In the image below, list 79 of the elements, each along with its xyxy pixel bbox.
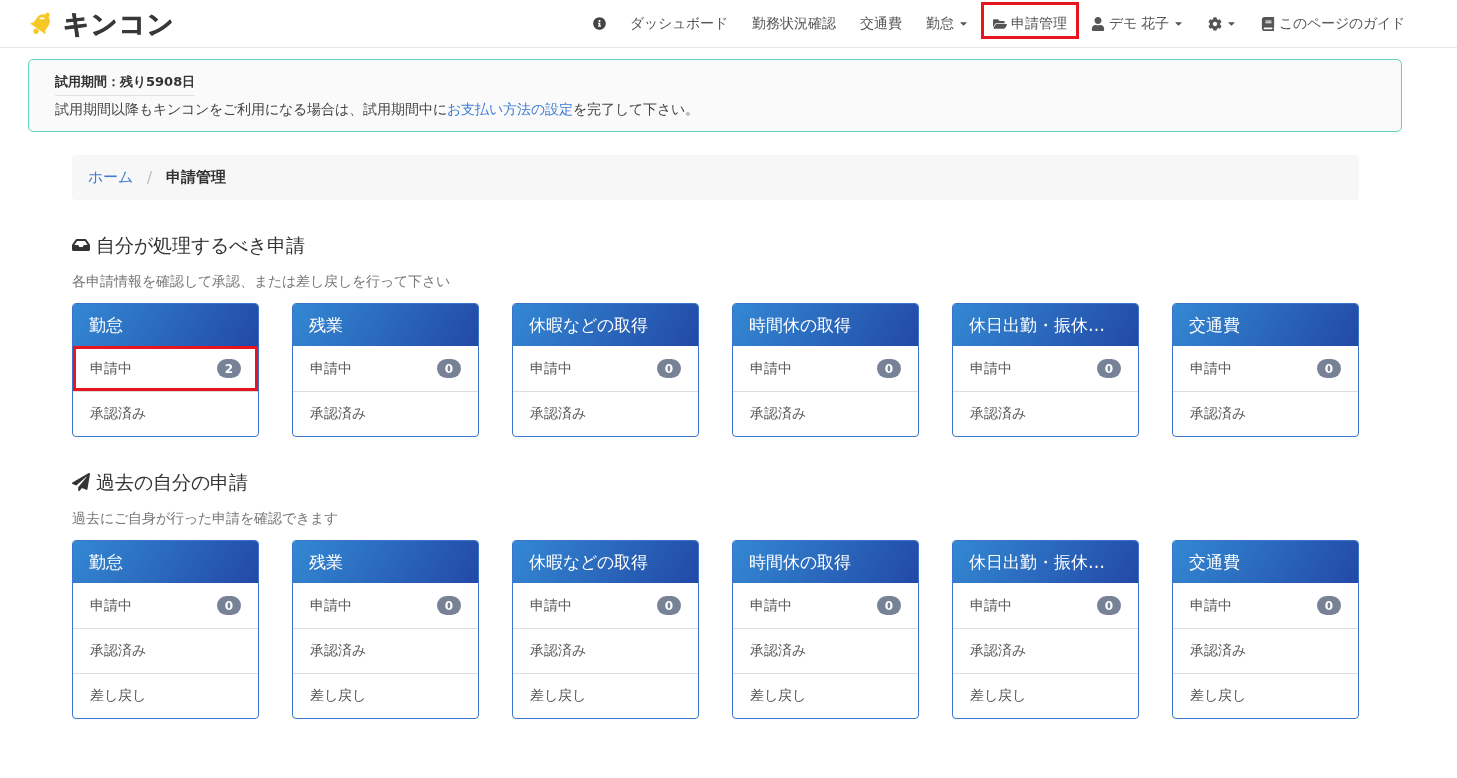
card-title: 休暇などの取得 [513,541,698,583]
alert-message: 試用期間以降もキンコンをご利用になる場合は、試用期間中にお支払い方法の設定を完了して下さい。 [55,100,700,119]
status-link[interactable]: 申請中 0 [73,583,258,628]
section-title: 自分が処理するべき申請 [96,234,305,256]
card-title: 勤怠 [73,304,258,346]
section-subtitle: 各申請情報を確認して承認、または差し戻しを行って下さい [72,272,451,290]
section-subtitle: 過去にご自身が行った申請を確認できます [72,509,339,527]
status-link[interactable]: 承認済み [293,628,478,673]
status-link[interactable]: 差し戻し [513,673,698,718]
payment-settings-link[interactable]: お支払い方法の設定 [447,101,573,117]
card-title: 休日出勤・振休… [953,304,1138,346]
status-link[interactable]: 申請中 0 [733,583,918,628]
status-link[interactable]: 差し戻し [1173,673,1358,718]
status-link[interactable]: 差し戻し [73,673,258,718]
card-title: 休暇などの取得 [513,304,698,346]
status-link[interactable]: 承認済み [953,391,1138,436]
count-badge: 0 [1317,359,1341,378]
count-badge: 0 [217,596,241,615]
count-badge: 0 [1097,596,1121,615]
card-title: 残業 [293,304,478,346]
status-link[interactable]: 申請中 2 [73,346,258,391]
card-title: 時間休の取得 [733,304,918,346]
breadcrumb-current[interactable]: 申請管理 [166,168,227,187]
count-badge: 0 [877,596,901,615]
card-title: 休日出勤・振休… [953,541,1138,583]
status-link[interactable]: 承認済み [733,391,918,436]
count-badge: 0 [1097,359,1121,378]
count-badge: 0 [437,359,461,378]
nav-link[interactable]: デモ 花子 [1078,2,1196,39]
status-link[interactable]: 承認済み [1173,391,1358,436]
card-title: 交通費 [1173,541,1358,583]
nav-link[interactable]: 申請管理 [980,2,1079,39]
logo-text: キンコン [63,10,175,37]
status-link[interactable]: 承認済み [513,391,698,436]
status-link[interactable]: 申請中 0 [733,346,918,391]
alert-title: 試用期間：残り5908日 [55,73,196,96]
folder-icon [992,16,1007,31]
nav-link[interactable]: 勤怠 [913,2,981,39]
user-icon [1090,16,1105,31]
nav-link[interactable]: 交通費 [847,2,914,39]
status-link[interactable]: 申請中 0 [953,583,1138,628]
status-link[interactable]: 差し戻し [953,673,1138,718]
status-link[interactable]: 承認済み [293,391,478,436]
inbox-icon [72,236,90,254]
info-icon [592,17,606,30]
card-title: 勤怠 [73,541,258,583]
count-badge: 0 [1317,596,1341,615]
count-badge: 0 [437,596,461,615]
status-link[interactable]: 申請中 0 [293,346,478,391]
status-link[interactable]: 承認済み [733,628,918,673]
status-link[interactable]: 差し戻し [293,673,478,718]
status-link[interactable]: 承認済み [953,628,1138,673]
status-link[interactable]: 承認済み [73,391,258,436]
status-link[interactable]: 申請中 0 [1173,583,1358,628]
card-title: 残業 [293,541,478,583]
status-link[interactable]: 申請中 0 [513,583,698,628]
status-link[interactable]: 申請中 0 [513,346,698,391]
status-link[interactable]: 承認済み [73,628,258,673]
count-badge: 2 [217,359,241,378]
count-badge: 0 [657,596,681,615]
breadcrumb-link[interactable]: ホーム [88,168,133,187]
paper-plane-icon [72,473,90,491]
status-link[interactable]: 申請中 0 [293,583,478,628]
count-badge: 0 [877,359,901,378]
card-title: 交通費 [1173,304,1358,346]
status-link[interactable]: 承認済み [513,628,698,673]
card-title: 時間休の取得 [733,541,918,583]
status-link[interactable]: 承認済み [1173,628,1358,673]
nav-link[interactable]: このページのガイド [1249,2,1417,39]
status-link[interactable]: 申請中 0 [953,346,1138,391]
nav-link[interactable]: ダッシュボード [617,2,740,39]
breadcrumb-separator: / [147,168,153,187]
nav-link[interactable]: 勤務状況確認 [739,2,848,39]
book-icon [1261,16,1275,31]
status-link[interactable]: 申請中 0 [1173,346,1358,391]
settings-icon [1208,16,1222,31]
status-link[interactable]: 差し戻し [733,673,918,718]
count-badge: 0 [657,359,681,378]
section-title: 過去の自分の申請 [96,471,248,493]
